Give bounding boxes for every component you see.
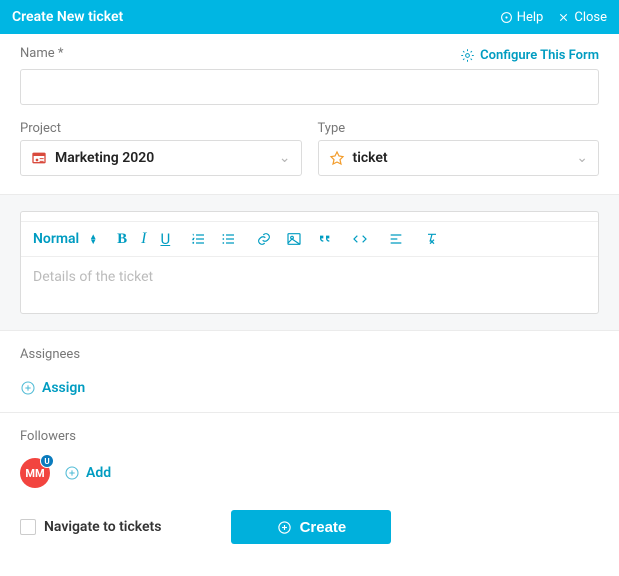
unordered-list-button[interactable] (220, 231, 236, 247)
bold-button[interactable]: B (117, 231, 127, 248)
project-icon (31, 150, 47, 166)
link-button[interactable] (256, 231, 272, 247)
configure-form-link[interactable]: Configure This Form (460, 48, 599, 63)
plus-circle-icon (277, 520, 292, 535)
sort-arrows-icon: ▲▼ (89, 234, 97, 244)
gear-icon (460, 48, 475, 63)
editor-mini-bar (21, 212, 598, 222)
image-button[interactable] (286, 231, 302, 247)
align-button[interactable] (388, 231, 404, 247)
close-label: Close (574, 10, 607, 25)
clear-format-button[interactable] (424, 231, 440, 247)
navigate-checkbox[interactable] (20, 519, 36, 535)
assign-label: Assign (42, 380, 85, 396)
close-link[interactable]: Close (557, 10, 607, 25)
navigate-checkbox-wrap[interactable]: Navigate to tickets (20, 519, 161, 535)
name-label: Name * (20, 46, 63, 61)
help-label: Help (517, 10, 544, 25)
editor-content[interactable]: Details of the ticket (21, 257, 598, 313)
project-value: Marketing 2020 (55, 150, 154, 166)
modal-header: Create New ticket Help Close (0, 0, 619, 34)
navigate-label: Navigate to tickets (44, 519, 161, 535)
format-select[interactable]: Normal ▲▼ (33, 231, 97, 247)
assignees-section: Assignees Assign (0, 331, 619, 412)
footer: Navigate to tickets Create (0, 504, 619, 564)
followers-section: Followers MM U Add (0, 413, 619, 504)
type-select[interactable]: ticket ⌄ (318, 140, 600, 176)
ticket-type-icon (329, 150, 345, 166)
ordered-list-button[interactable] (190, 231, 206, 247)
create-button[interactable]: Create (231, 510, 391, 544)
chevron-down-icon: ⌄ (279, 150, 291, 166)
underline-button[interactable]: U (160, 230, 170, 248)
plus-circle-icon (20, 380, 36, 396)
assignees-label: Assignees (20, 347, 599, 362)
add-follower-button[interactable]: Add (64, 465, 111, 481)
project-select[interactable]: Marketing 2020 ⌄ (20, 140, 302, 176)
type-value: ticket (353, 150, 388, 166)
project-label: Project (20, 121, 302, 136)
quote-button[interactable] (316, 231, 332, 247)
form-top: Name * Configure This Form Project Marke… (0, 34, 619, 194)
plus-circle-icon (64, 465, 80, 481)
help-icon (500, 11, 513, 24)
avatar-initials: MM (25, 467, 44, 480)
rich-text-editor: Normal ▲▼ B I U (20, 211, 599, 314)
close-icon (557, 11, 570, 24)
create-label: Create (300, 519, 347, 536)
name-input[interactable] (20, 69, 599, 105)
add-label: Add (86, 465, 111, 481)
type-label: Type (318, 121, 600, 136)
followers-label: Followers (20, 429, 599, 444)
editor-toolbar: Normal ▲▼ B I U (21, 222, 598, 257)
modal-title: Create New ticket (12, 9, 123, 25)
avatar-badge: U (40, 454, 54, 468)
modal-header-actions: Help Close (500, 10, 607, 25)
code-button[interactable] (352, 231, 368, 247)
follower-avatar[interactable]: MM U (20, 458, 50, 488)
editor-section: Normal ▲▼ B I U (0, 194, 619, 331)
configure-label: Configure This Form (480, 48, 599, 63)
italic-button[interactable]: I (141, 230, 146, 248)
help-link[interactable]: Help (500, 10, 544, 25)
chevron-down-icon: ⌄ (576, 150, 588, 166)
modal-scroll-area[interactable]: Name * Configure This Form Project Marke… (0, 34, 619, 576)
format-label: Normal (33, 231, 79, 247)
assign-button[interactable]: Assign (20, 380, 599, 396)
